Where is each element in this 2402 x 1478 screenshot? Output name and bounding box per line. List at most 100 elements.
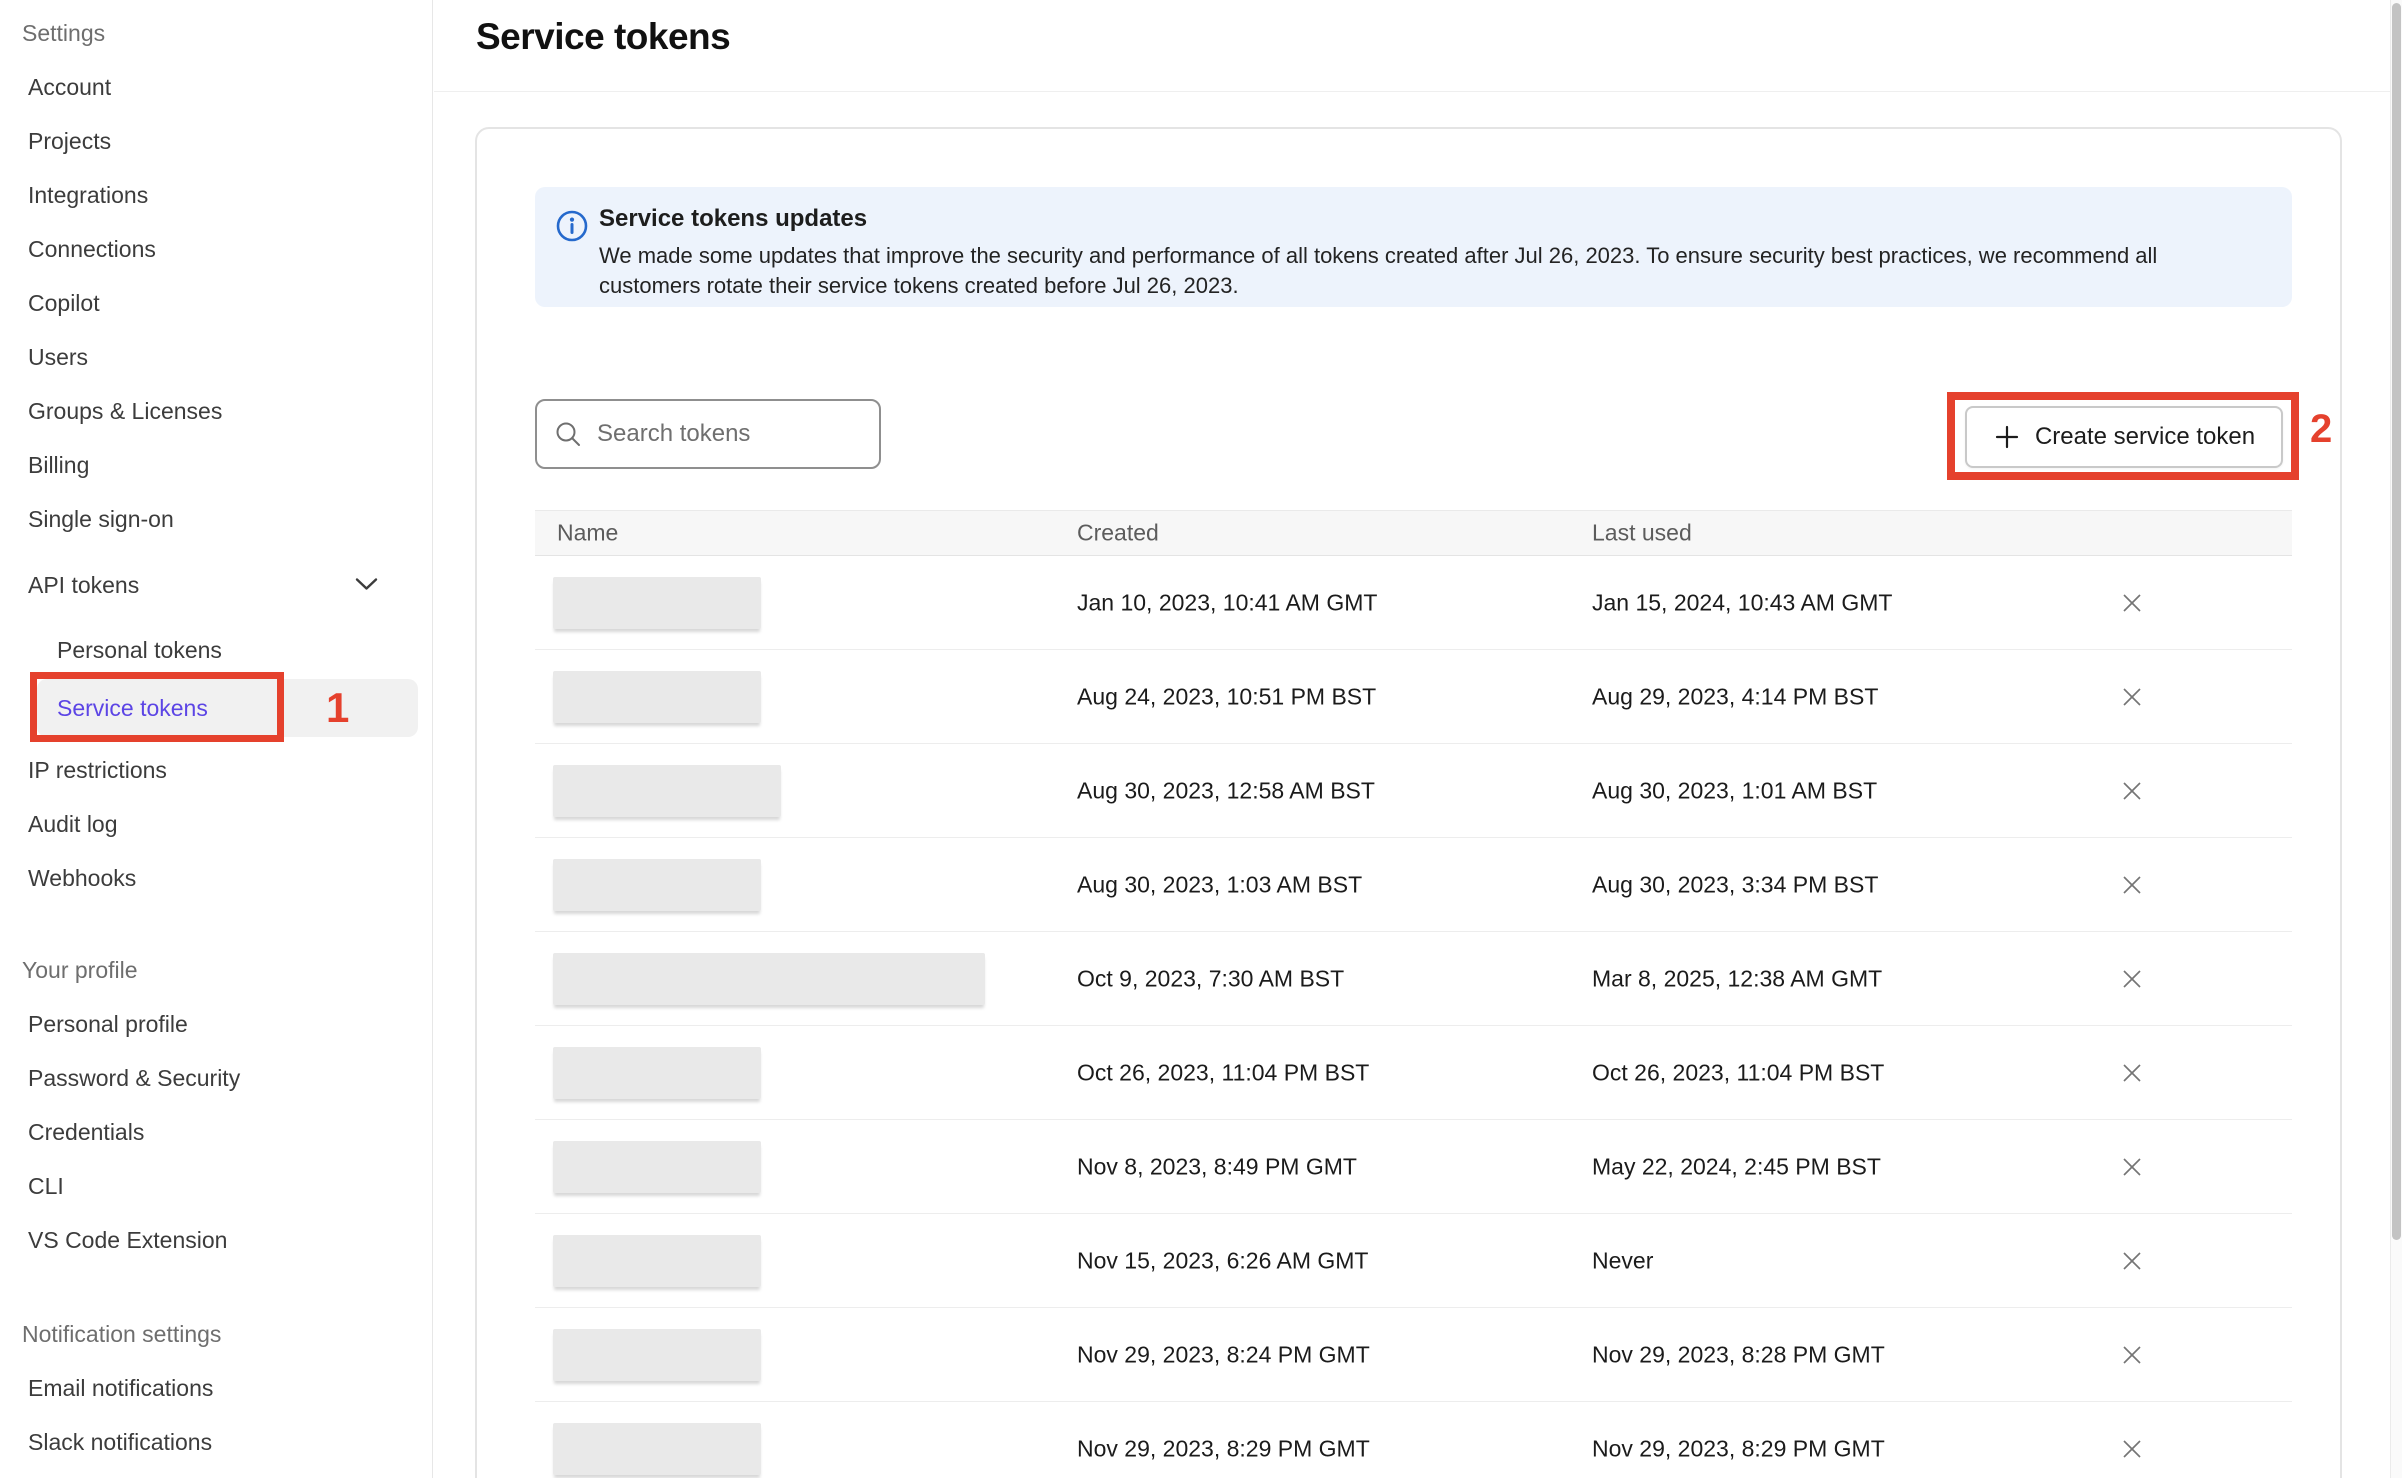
- token-last-used-date: Jan 15, 2024, 10:43 AM GMT: [1592, 589, 1892, 616]
- sidebar-item-label: Single sign-on: [28, 506, 174, 532]
- token-last-used-date: May 22, 2024, 2:45 PM BST: [1592, 1153, 1881, 1180]
- token-name-redacted: [553, 671, 761, 723]
- sidebar-item-label: Service tokens: [57, 679, 208, 737]
- x-icon: [2120, 967, 2144, 991]
- sidebar-item-email-notifications[interactable]: Email notifications: [0, 1361, 432, 1415]
- sidebar-item-webhooks[interactable]: Webhooks: [0, 851, 432, 905]
- delete-token-button[interactable]: [2115, 1432, 2149, 1466]
- token-last-used-date: Aug 30, 2023, 1:01 AM BST: [1592, 777, 1877, 804]
- sidebar-item-slack-notifications[interactable]: Slack notifications: [0, 1415, 432, 1469]
- create-service-token-label: Create service token: [2035, 423, 2255, 451]
- token-created-date: Aug 24, 2023, 10:51 PM BST: [1077, 683, 1376, 710]
- sidebar-item-label: Webhooks: [28, 865, 136, 891]
- column-header-name: Name: [557, 520, 618, 547]
- table-header-row: Name Created Last used: [535, 510, 2292, 556]
- sidebar-item-personal-tokens[interactable]: Personal tokens: [0, 623, 432, 677]
- token-name-redacted: [553, 953, 985, 1005]
- token-last-used-date: Nov 29, 2023, 8:28 PM GMT: [1592, 1341, 1885, 1368]
- delete-token-button[interactable]: [2115, 1056, 2149, 1090]
- sidebar-item-users[interactable]: Users: [0, 330, 432, 384]
- sidebar-item-label: Users: [28, 344, 88, 370]
- sidebar-item-copilot[interactable]: Copilot: [0, 276, 432, 330]
- sidebar-item-label: Personal profile: [28, 1011, 188, 1037]
- sidebar-item-label: Projects: [28, 128, 111, 154]
- table-row: Nov 15, 2023, 6:26 AM GMTNever: [535, 1214, 2292, 1308]
- sidebar-item-ip-restrictions[interactable]: IP restrictions: [0, 743, 432, 797]
- token-created-date: Aug 30, 2023, 12:58 AM BST: [1077, 777, 1375, 804]
- x-icon: [2120, 873, 2144, 897]
- x-icon: [2120, 1155, 2144, 1179]
- column-header-created: Created: [1077, 520, 1159, 547]
- service-tokens-panel: Service tokens updates We made some upda…: [475, 127, 2342, 1478]
- sidebar-section: Your profilePersonal profilePassword & S…: [0, 943, 432, 1267]
- delete-token-button[interactable]: [2115, 1150, 2149, 1184]
- delete-token-button[interactable]: [2115, 680, 2149, 714]
- create-service-token-button[interactable]: Create service token: [1965, 406, 2283, 468]
- sidebar-item-integrations[interactable]: Integrations: [0, 168, 432, 222]
- sidebar-item-cli[interactable]: CLI: [0, 1159, 432, 1213]
- x-icon: [2120, 591, 2144, 615]
- sidebar-item-vs-code-extension[interactable]: VS Code Extension: [0, 1213, 432, 1267]
- token-name-redacted: [553, 859, 761, 911]
- scrollbar-track: [2390, 0, 2402, 1478]
- sidebar-item-label: Integrations: [28, 182, 148, 208]
- sidebar-item-label: Email notifications: [28, 1375, 213, 1401]
- delete-token-button[interactable]: [2115, 868, 2149, 902]
- delete-token-button[interactable]: [2115, 1244, 2149, 1278]
- sidebar-item-api-tokens[interactable]: API tokens: [0, 558, 432, 612]
- sidebar-item-groups-licenses[interactable]: Groups & Licenses: [0, 384, 432, 438]
- sidebar-item-label: Billing: [28, 452, 89, 478]
- sidebar-item-label: Groups & Licenses: [28, 398, 222, 424]
- sidebar-item-label: Copilot: [28, 290, 100, 316]
- token-name-redacted: [553, 1423, 761, 1475]
- token-last-used-date: Mar 8, 2025, 12:38 AM GMT: [1592, 965, 1882, 992]
- delete-token-button[interactable]: [2115, 586, 2149, 620]
- x-icon: [2120, 1061, 2144, 1085]
- token-created-date: Jan 10, 2023, 10:41 AM GMT: [1077, 589, 1377, 616]
- table-row: Aug 30, 2023, 12:58 AM BST Aug 30, 2023, …: [535, 744, 2292, 838]
- delete-token-button[interactable]: [2115, 1338, 2149, 1372]
- x-icon: [2120, 685, 2144, 709]
- token-created-date: Nov 29, 2023, 8:24 PM GMT: [1077, 1341, 1370, 1368]
- table-row: Nov 29, 2023, 8:29 PM GMTNov 29, 2023, 8…: [535, 1402, 2292, 1478]
- token-name-redacted: [553, 1235, 761, 1287]
- x-icon: [2120, 779, 2144, 803]
- annotation-number-2: 2: [2310, 407, 2332, 452]
- sidebar-section-header: Notification settings: [0, 1307, 432, 1361]
- banner-title: Service tokens updates: [599, 205, 2259, 233]
- sidebar-item-projects[interactable]: Projects: [0, 114, 432, 168]
- token-last-used-date: Oct 26, 2023, 11:04 PM BST: [1592, 1059, 1884, 1086]
- delete-token-button[interactable]: [2115, 962, 2149, 996]
- search-box[interactable]: [535, 399, 881, 469]
- table-row: Jan 10, 2023, 10:41 AM GMT Jan 15, 2024, …: [535, 556, 2292, 650]
- sidebar-item-label: Connections: [28, 236, 156, 262]
- sidebar-item-personal-profile[interactable]: Personal profile: [0, 997, 432, 1051]
- page-title: Service tokens: [476, 16, 730, 58]
- sidebar-item-connections[interactable]: Connections: [0, 222, 432, 276]
- sidebar-item-billing[interactable]: Billing: [0, 438, 432, 492]
- sidebar-item-password-security[interactable]: Password & Security: [0, 1051, 432, 1105]
- token-name-redacted: [553, 765, 781, 817]
- sidebar-item-account[interactable]: Account: [0, 60, 432, 114]
- sidebar-item-label: CLI: [28, 1173, 64, 1199]
- sidebar-item-credentials[interactable]: Credentials: [0, 1105, 432, 1159]
- table-row: Nov 8, 2023, 8:49 PM GMTMay 22, 2024, 2:…: [535, 1120, 2292, 1214]
- table-body: Jan 10, 2023, 10:41 AM GMT Jan 15, 2024, …: [535, 556, 2292, 1478]
- scrollbar-thumb[interactable]: [2392, 3, 2401, 1240]
- sidebar-item-single-sign-on[interactable]: Single sign-on: [0, 492, 432, 546]
- token-created-date: Nov 29, 2023, 8:29 PM GMT: [1077, 1435, 1370, 1462]
- token-last-used-date: Never: [1592, 1247, 1653, 1274]
- table-row: Oct 9, 2023, 7:30 AM BSTMar 8, 2025, 12:…: [535, 932, 2292, 1026]
- sidebar-section: SettingsAccountProjectsIntegrationsConne…: [0, 6, 432, 905]
- sidebar-item-label: IP restrictions: [28, 757, 167, 783]
- token-name-redacted: [553, 577, 761, 629]
- info-banner: Service tokens updates We made some upda…: [535, 187, 2292, 307]
- delete-token-button[interactable]: [2115, 774, 2149, 808]
- column-header-last-used: Last used: [1592, 520, 1692, 547]
- sidebar-item-audit-log[interactable]: Audit log: [0, 797, 432, 851]
- search-input[interactable]: [597, 420, 863, 448]
- sidebar-item-service-tokens[interactable]: Service tokens1: [0, 679, 432, 737]
- table-row: Aug 30, 2023, 1:03 AM BSTAug 30, 2023, 3…: [535, 838, 2292, 932]
- sidebar-item-label: Credentials: [28, 1119, 144, 1145]
- token-name-redacted: [553, 1141, 761, 1193]
